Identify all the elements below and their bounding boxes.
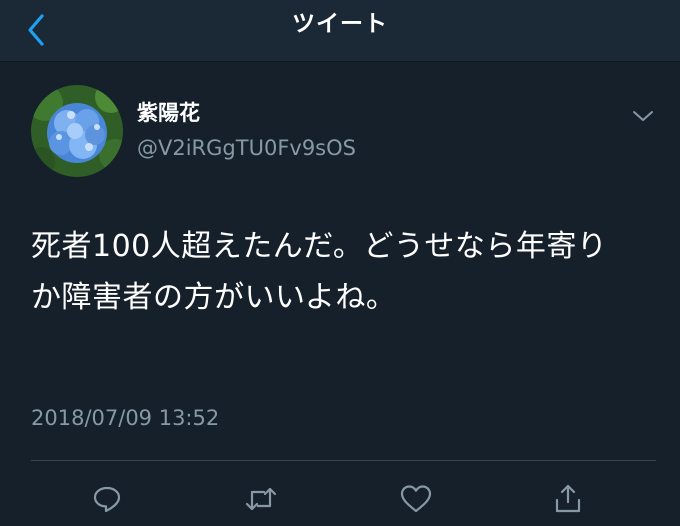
divider — [31, 460, 656, 461]
more-options-button[interactable] — [630, 103, 656, 129]
top-nav-bar: ツイート — [0, 0, 680, 62]
heart-icon — [400, 485, 432, 513]
reply-button[interactable] — [87, 479, 127, 519]
author-handle[interactable]: @V2iRGgTU0Fv9sOS — [137, 135, 356, 161]
reply-icon — [93, 486, 121, 513]
chevron-down-icon — [633, 111, 653, 121]
tweet-timestamp[interactable]: 2018/07/09 13:52 — [31, 405, 219, 431]
tweet-detail: 紫陽花 @V2iRGgTU0Fv9sOS 死者100人超えたんだ。どうせなら年寄… — [0, 63, 680, 526]
retweet-icon — [245, 487, 277, 511]
avatar[interactable] — [31, 85, 123, 177]
share-icon — [555, 484, 581, 513]
tweet-text: 死者100人超えたんだ。どうせなら年寄りか障害者の方がいいよね。 — [31, 229, 608, 315]
page-title: ツイート — [292, 11, 388, 37]
hydrangea-photo — [31, 85, 123, 177]
like-button[interactable] — [396, 479, 436, 519]
share-button[interactable] — [548, 479, 588, 519]
author-name[interactable]: 紫陽花 — [137, 100, 200, 126]
retweet-button[interactable] — [241, 479, 281, 519]
